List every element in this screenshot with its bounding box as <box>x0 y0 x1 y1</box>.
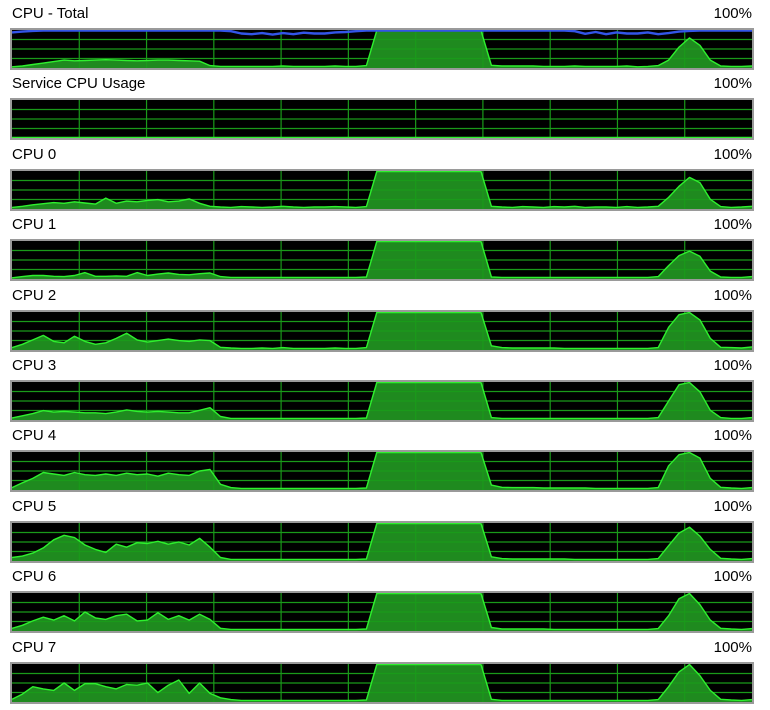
graph-scale-max: 100% <box>713 286 752 304</box>
graph-title: CPU 2 <box>12 286 57 304</box>
panel-cpu-2: CPU 2 100% <box>0 282 770 352</box>
graph-title: CPU 3 <box>12 357 57 374</box>
usage-graph-canvas <box>12 241 752 280</box>
graph-scale-max: 100% <box>713 497 752 515</box>
usage-graph-canvas <box>12 100 752 139</box>
panel-cpu-0: CPU 0 100% <box>0 141 770 211</box>
graph-title: CPU - Total <box>12 5 89 22</box>
usage-graph <box>10 450 754 493</box>
panel-service-cpu-usage: Service CPU Usage 100% <box>0 70 770 141</box>
graph-scale-max: 100% <box>713 5 752 22</box>
graph-title: CPU 1 <box>12 216 57 234</box>
usage-graph <box>10 309 754 352</box>
panel-cpu-5: CPU 5 100% <box>0 493 770 563</box>
graph-scale-max: 100% <box>713 75 752 93</box>
graph-title: CPU 7 <box>12 638 57 656</box>
usage-graph-canvas <box>12 30 752 68</box>
graph-title: CPU 0 <box>12 145 57 163</box>
usage-graph <box>10 239 754 282</box>
panel-cpu-6: CPU 6 100% <box>0 563 770 634</box>
graph-scale-max: 100% <box>713 638 752 656</box>
graph-title: CPU 6 <box>12 568 57 586</box>
panel-cpu-3: CPU 3 100% <box>0 352 770 422</box>
usage-graph <box>10 661 754 704</box>
usage-graph-canvas <box>12 311 752 350</box>
graph-scale-max: 100% <box>713 427 752 445</box>
panel-cpu-1: CPU 1 100% <box>0 211 770 282</box>
graph-title: Service CPU Usage <box>12 75 146 93</box>
panel-cpu-4: CPU 4 100% <box>0 422 770 493</box>
usage-graph <box>10 520 754 563</box>
graph-scale-max: 100% <box>713 216 752 234</box>
usage-graph <box>10 98 754 141</box>
usage-graph-canvas <box>12 382 752 420</box>
usage-graph <box>10 380 754 422</box>
usage-graph <box>10 28 754 70</box>
graph-title: CPU 5 <box>12 497 57 515</box>
usage-graph-canvas <box>12 170 752 209</box>
usage-graph <box>10 168 754 211</box>
usage-graph-canvas <box>12 452 752 491</box>
usage-graph-canvas <box>12 522 752 561</box>
usage-graph-canvas <box>12 593 752 632</box>
graph-scale-max: 100% <box>713 568 752 586</box>
usage-graph-canvas <box>12 663 752 702</box>
graph-scale-max: 100% <box>713 145 752 163</box>
panel-cpu-total: CPU - Total 100% <box>0 0 770 70</box>
graph-title: CPU 4 <box>12 427 57 445</box>
usage-graph <box>10 591 754 634</box>
panel-cpu-7: CPU 7 100% <box>0 634 770 704</box>
graph-scale-max: 100% <box>713 357 752 374</box>
